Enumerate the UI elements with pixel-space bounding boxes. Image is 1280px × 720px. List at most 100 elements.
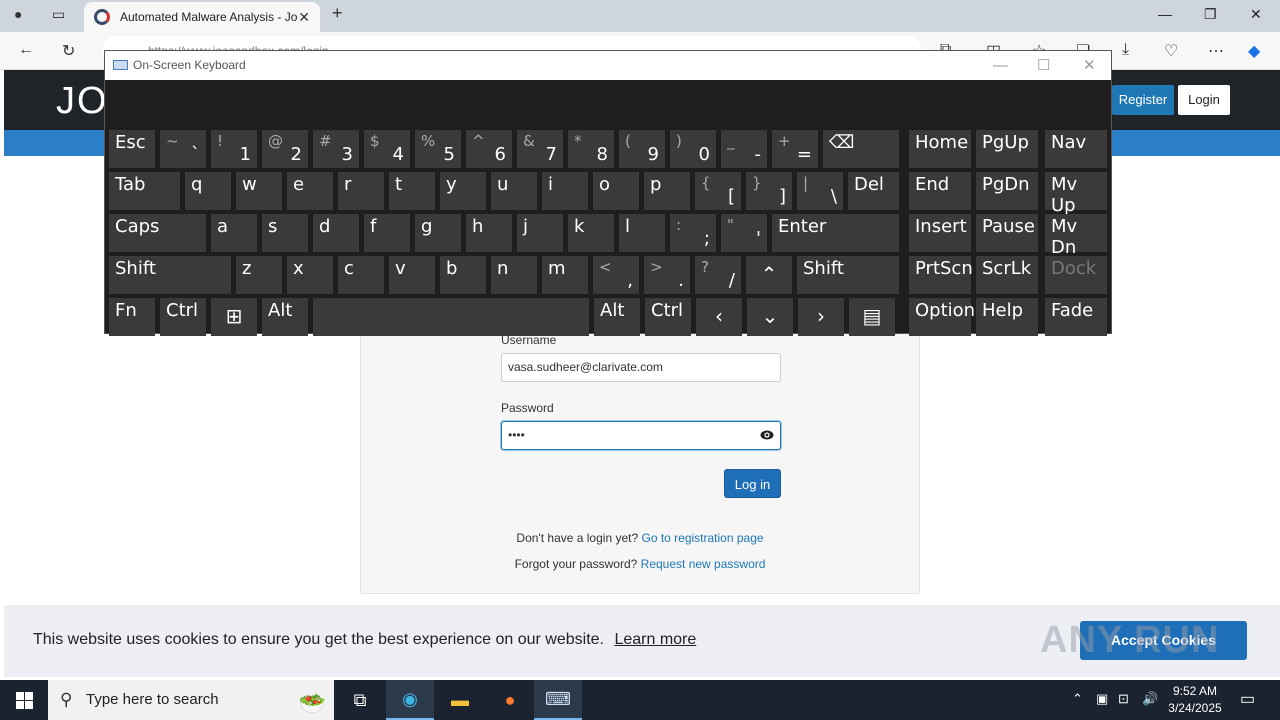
key-g[interactable]: g: [415, 214, 461, 252]
password-field[interactable]: ••••: [501, 421, 781, 450]
key-caps[interactable]: Caps: [109, 214, 206, 252]
key-i[interactable]: i: [542, 172, 588, 210]
tray-overflow-icon[interactable]: ⌃: [1072, 691, 1083, 707]
browser-tab-active[interactable]: Automated Malware Analysis - Jo ✕: [84, 2, 320, 32]
browser-essentials-icon[interactable]: ♡: [1164, 41, 1178, 61]
key-9[interactable]: (9: [619, 130, 665, 168]
key-shift-right[interactable]: Shift: [797, 256, 899, 294]
key-y[interactable]: y: [440, 172, 486, 210]
key-mvdn[interactable]: Mv Dn: [1045, 214, 1107, 258]
key-pgup[interactable]: PgUp: [976, 130, 1038, 168]
key-equals[interactable]: + =: [772, 130, 818, 168]
key-del[interactable]: Del: [848, 172, 899, 210]
key-1[interactable]: ! 1: [211, 130, 257, 168]
key-minus[interactable]: _ -: [721, 130, 767, 168]
key-period[interactable]: >.: [644, 256, 690, 294]
key-8[interactable]: * 8: [568, 130, 614, 168]
restore-icon[interactable]: ❐: [1204, 6, 1217, 23]
key-6[interactable]: ^ 6: [466, 130, 512, 168]
key-scrlk[interactable]: ScrLk: [976, 256, 1038, 294]
key-k[interactable]: k: [568, 214, 614, 252]
reset-password-link[interactable]: Request new password: [641, 557, 766, 571]
network-icon[interactable]: ⊡: [1118, 691, 1129, 707]
firefox-icon[interactable]: ●: [486, 680, 534, 720]
key-enter[interactable]: Enter: [772, 214, 899, 252]
registration-link[interactable]: Go to registration page: [641, 531, 763, 545]
key-l[interactable]: l: [619, 214, 665, 252]
key-quote[interactable]: " ': [721, 214, 767, 252]
task-view-icon[interactable]: ⧉: [336, 680, 384, 720]
key-left[interactable]: ‹: [696, 298, 742, 336]
key-4[interactable]: $4: [364, 130, 410, 168]
key-d[interactable]: d: [313, 214, 359, 252]
osk-minimize-icon[interactable]: —: [993, 51, 1008, 80]
key-dock[interactable]: Dock: [1045, 256, 1107, 294]
key-backspace[interactable]: ⌫: [823, 130, 899, 168]
osk-maximize-icon[interactable]: ☐: [1037, 51, 1050, 80]
close-window-icon[interactable]: ✕: [1250, 6, 1262, 23]
key-r[interactable]: r: [338, 172, 384, 210]
key-3[interactable]: #3: [313, 130, 359, 168]
key-ctrl-right[interactable]: Ctrl: [645, 298, 691, 336]
tab-actions-icon[interactable]: ▭: [52, 6, 65, 23]
key-tab[interactable]: Tab: [109, 172, 180, 210]
key-alt-right[interactable]: Alt: [594, 298, 640, 336]
key-alt-left[interactable]: Alt: [262, 298, 308, 336]
key-s[interactable]: s: [262, 214, 308, 252]
minimize-icon[interactable]: —: [1158, 6, 1172, 22]
key-t[interactable]: t: [389, 172, 435, 210]
key-ctrl-left[interactable]: Ctrl: [160, 298, 206, 336]
key-7[interactable]: & 7: [517, 130, 563, 168]
copilot-icon[interactable]: ◆: [1248, 41, 1260, 61]
username-field[interactable]: vasa.sudheer@clarivate.com: [501, 353, 781, 382]
key-q[interactable]: q: [185, 172, 231, 210]
key-down[interactable]: ⌄: [747, 298, 793, 336]
key-w[interactable]: w: [236, 172, 282, 210]
key-z[interactable]: z: [236, 256, 282, 294]
key-up[interactable]: ⌃: [746, 256, 792, 294]
key-pgdn[interactable]: PgDn: [976, 172, 1038, 210]
notifications-icon[interactable]: ▭: [1240, 689, 1255, 709]
key-j[interactable]: j: [517, 214, 563, 252]
key-comma[interactable]: <,: [593, 256, 639, 294]
site-logo[interactable]: JO: [56, 80, 109, 123]
more-menu-icon[interactable]: ⋯: [1208, 41, 1224, 61]
key-5[interactable]: % 5: [415, 130, 461, 168]
key-0[interactable]: ) 0: [670, 130, 716, 168]
key-x[interactable]: x: [287, 256, 333, 294]
key-menu[interactable]: ▤: [849, 298, 895, 336]
key-backslash[interactable]: | \: [797, 172, 843, 210]
key-e[interactable]: e: [287, 172, 333, 210]
key-prtscn[interactable]: PrtScn: [909, 256, 973, 294]
key-help[interactable]: Help: [976, 298, 1038, 336]
start-button[interactable]: [0, 680, 48, 720]
osk-title-bar[interactable]: On-Screen Keyboard — ☐ ✕: [105, 51, 1111, 80]
key-a[interactable]: a: [211, 214, 257, 252]
key-mvup[interactable]: Mv Up: [1045, 172, 1107, 216]
key-b[interactable]: b: [440, 256, 486, 294]
key-pause[interactable]: Pause: [976, 214, 1038, 252]
key-v[interactable]: v: [389, 256, 435, 294]
refresh-icon[interactable]: ↻: [62, 41, 75, 61]
profile-icon[interactable]: ●: [14, 6, 22, 22]
key-f[interactable]: f: [364, 214, 410, 252]
header-login-button[interactable]: Login: [1178, 85, 1230, 115]
key-u[interactable]: u: [491, 172, 537, 210]
login-submit-button[interactable]: Log in: [724, 469, 781, 498]
edge-taskbar-icon[interactable]: ◉: [386, 680, 434, 720]
key-esc[interactable]: Esc: [109, 130, 155, 168]
key-2[interactable]: @2: [262, 130, 308, 168]
key-win[interactable]: ⊞: [211, 298, 257, 336]
register-button[interactable]: Register: [1112, 85, 1174, 115]
key-o[interactable]: o: [593, 172, 639, 210]
key-semicolon[interactable]: :;: [670, 214, 716, 252]
key-slash[interactable]: ? /: [695, 256, 741, 294]
downloads-icon[interactable]: ⤓: [1122, 41, 1129, 59]
key-end[interactable]: End: [909, 172, 971, 210]
key-options[interactable]: Options: [909, 298, 984, 336]
key-nav[interactable]: Nav: [1045, 130, 1107, 168]
key-p[interactable]: p: [644, 172, 690, 210]
new-tab-icon[interactable]: +: [332, 3, 343, 24]
key-m[interactable]: m: [542, 256, 588, 294]
taskbar-clock[interactable]: 9:52 AM 3/24/2025: [1160, 683, 1230, 717]
